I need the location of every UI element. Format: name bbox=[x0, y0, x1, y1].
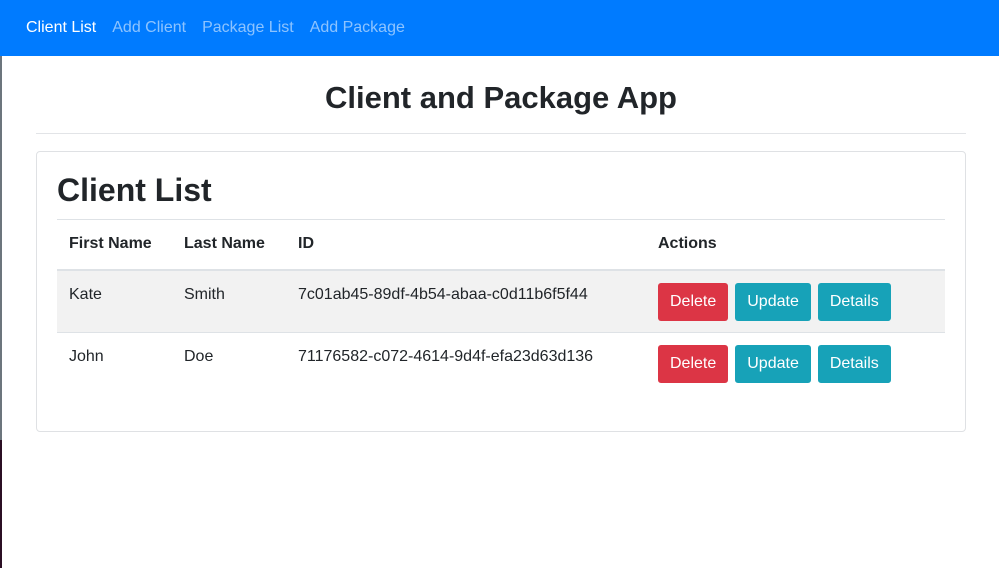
table-row: Kate Smith 7c01ab45-89df-4b54-abaa-c0d11… bbox=[57, 269, 945, 333]
card-title: Client List bbox=[57, 172, 212, 208]
client-list-card: Client List First Name Last Name ID Acti… bbox=[36, 151, 966, 432]
update-button[interactable]: Update bbox=[735, 345, 811, 383]
cell-actions: Delete Update Details bbox=[646, 269, 945, 333]
update-button[interactable]: Update bbox=[735, 282, 811, 321]
table-header-row: First Name Last Name ID Actions bbox=[57, 219, 945, 271]
column-header-id: ID bbox=[286, 219, 646, 271]
column-header-first-name: First Name bbox=[57, 219, 172, 271]
cell-first-name: John bbox=[57, 332, 172, 396]
cell-id: 71176582-c072-4614-9d4f-efa23d63d136 bbox=[286, 332, 646, 396]
details-button[interactable]: Details bbox=[817, 345, 891, 383]
top-navbar: Client List Add Client Package List Add … bbox=[0, 0, 999, 56]
column-header-actions: Actions bbox=[646, 219, 945, 271]
window-edge-dark bbox=[0, 440, 2, 568]
table-row: John Doe 71176582-c072-4614-9d4f-efa23d6… bbox=[57, 332, 945, 396]
app-title: Client and Package App bbox=[325, 80, 677, 115]
nav-add-package[interactable]: Add Package bbox=[310, 19, 405, 37]
cell-last-name: Doe bbox=[172, 332, 286, 396]
nav-client-list[interactable]: Client List bbox=[26, 19, 96, 37]
cell-first-name: Kate bbox=[57, 269, 172, 333]
title-divider bbox=[36, 133, 966, 134]
delete-button[interactable]: Delete bbox=[658, 282, 729, 321]
cell-id: 7c01ab45-89df-4b54-abaa-c0d11b6f5f44 bbox=[286, 269, 646, 333]
delete-button[interactable]: Delete bbox=[658, 345, 729, 383]
cell-last-name: Smith bbox=[172, 269, 286, 333]
column-header-last-name: Last Name bbox=[172, 219, 286, 271]
nav-package-list[interactable]: Package List bbox=[202, 19, 294, 37]
details-button[interactable]: Details bbox=[817, 282, 891, 321]
cell-actions: Delete Update Details bbox=[646, 332, 945, 396]
nav-add-client[interactable]: Add Client bbox=[112, 19, 186, 37]
client-table: First Name Last Name ID Actions Kate Smi… bbox=[57, 219, 945, 396]
